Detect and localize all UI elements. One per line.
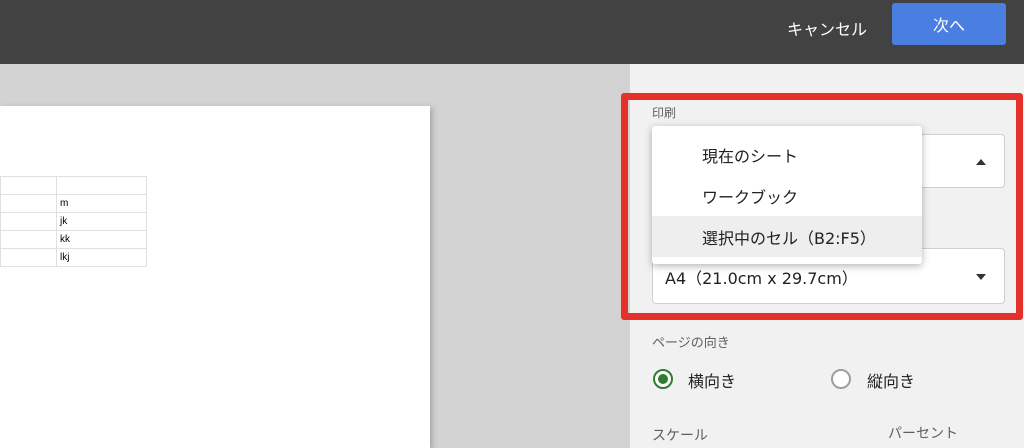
table-row <box>0 176 147 195</box>
caret-up-icon <box>976 159 986 165</box>
print-section-label: 印刷 <box>652 106 677 120</box>
option-selected-cells[interactable]: 選択中のセル（B2:F5） <box>652 216 922 257</box>
table-cell <box>56 176 147 195</box>
caret-down-icon <box>976 274 986 280</box>
top-bar: キャンセル 次へ <box>0 0 1024 64</box>
orientation-label: ページの向き <box>652 336 730 351</box>
landscape-label[interactable]: 横向き <box>688 368 736 392</box>
option-workbook[interactable]: ワークブック <box>652 175 922 216</box>
table-cell: kk <box>56 230 147 249</box>
landscape-radio[interactable] <box>653 369 673 389</box>
option-current-sheet[interactable]: 現在のシート <box>652 134 922 175</box>
scale-label: スケール <box>652 428 708 444</box>
portrait-radio[interactable] <box>831 369 851 389</box>
table-cell: jk <box>56 212 147 231</box>
cancel-button[interactable]: キャンセル <box>772 8 882 48</box>
next-button[interactable]: 次へ <box>892 3 1006 45</box>
preview-page: m jk kk lkj <box>0 106 430 448</box>
table-cell: m <box>56 194 147 213</box>
table-row: kk <box>0 230 147 249</box>
table-cell: lkj <box>56 248 147 267</box>
print-preview: m jk kk lkj <box>0 64 630 448</box>
table-row: lkj <box>0 248 147 267</box>
table-cell <box>0 248 57 267</box>
print-range-dropdown: 現在のシート ワークブック 選択中のセル（B2:F5） <box>652 126 922 264</box>
paper-size-value: A4（21.0cm x 29.7cm） <box>665 269 858 288</box>
table-cell <box>0 194 57 213</box>
table-row: m <box>0 194 147 213</box>
portrait-label[interactable]: 縦向き <box>867 368 915 392</box>
table-cell <box>0 230 57 249</box>
table-cell <box>0 212 57 231</box>
table-cell <box>0 176 57 195</box>
table-row: jk <box>0 212 147 231</box>
preview-table: m jk kk lkj <box>0 176 147 267</box>
percent-label: パーセント <box>888 426 958 442</box>
